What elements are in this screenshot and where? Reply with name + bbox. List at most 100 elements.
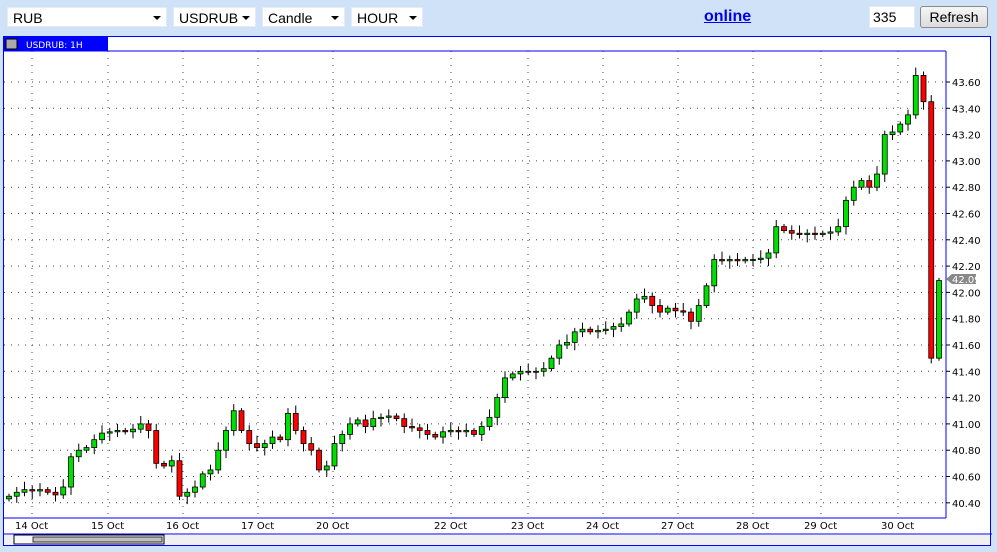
symbol-value: USDRUB [179,10,239,26]
candle-body [618,323,625,327]
candle-body [378,416,384,420]
timeframe-select[interactable]: HOUR [351,7,423,27]
candle-body [680,310,687,313]
candle-body [502,377,508,399]
candle-body [60,486,67,496]
chevron-down-icon [242,16,250,20]
candle-body [91,439,98,448]
candle-body [269,436,276,445]
chart-type-select[interactable]: Candle [262,7,345,27]
candle-body [835,226,842,233]
y-tick-label: 43.60 [952,78,981,89]
candle-body [29,489,36,492]
candlestick-chart[interactable]: USDRUB: 1H 40.40 40.60 40.80 41.00 41.20 41.4… [4,37,992,547]
candle-body [556,344,563,359]
symbol-select[interactable]: USDRUB [173,7,256,27]
candle-body [540,368,547,372]
candle-body [564,341,570,346]
candle-body [936,280,942,359]
candle-body [68,456,74,488]
candle-body [292,412,299,431]
candle-body [571,331,578,343]
x-tick-label: 29 Oct [804,521,837,532]
chart-panel: USDRUB: 1H 40.40 40.60 40.80 41.00 41.20 41.4… [3,36,992,547]
chevron-down-icon [409,16,417,20]
y-tick-label: 41.80 [952,315,981,326]
candle-body [757,257,764,260]
candle-body [874,173,880,188]
candle-body [905,114,911,125]
candle-body [308,443,315,451]
candle-body [44,489,51,493]
y-tick-label: 43.40 [952,104,981,115]
x-tick-label: 14 Oct [15,521,48,532]
x-tick-label: 16 Oct [166,521,199,532]
candle-body [99,432,105,441]
candle-body [37,489,43,492]
candle-body [649,295,656,306]
y-tick-label: 43.20 [952,131,981,142]
candle-body [331,443,338,467]
candle-body [633,298,640,313]
candle-body [385,415,392,418]
candle-body [409,426,415,429]
candle-body [137,423,144,430]
candle-body [742,259,749,262]
y-tick-label: 42.20 [952,262,981,273]
y-tick-label: 41.40 [952,367,981,378]
candle-body [230,410,237,431]
candle-body [145,423,152,431]
y-tick-label: 42.40 [952,236,981,247]
candle-body [579,328,586,333]
candle-body [184,491,191,497]
candle-body [393,415,400,420]
currency-value: RUB [13,10,43,26]
candle-body [548,357,555,370]
x-tick-label: 24 Oct [586,521,619,532]
candle-body [595,330,601,333]
candle-body [6,495,12,500]
candle-body [695,305,702,322]
candle-body [416,427,423,431]
last-price-label: 42.09 [952,275,981,286]
candle-body [765,252,772,259]
candle-body [347,423,353,435]
candle-body [641,295,648,300]
online-status-link[interactable]: online [704,8,751,26]
candle-body [176,460,183,497]
candle-body [21,489,28,493]
y-tick-label: 40.40 [952,499,981,510]
candle-body [912,75,919,116]
candle-body [928,101,935,359]
candle-body [83,447,90,451]
y-tick-label: 43.00 [952,157,981,168]
candle-body [254,443,260,448]
refresh-button[interactable]: Refresh [920,6,988,28]
chart-tab-label: USDRUB: 1H [26,41,83,51]
y-tick-label: 41.60 [952,341,981,352]
x-tick-label: 22 Oct [434,521,467,532]
candle-body [703,285,710,306]
candle-body [447,430,454,433]
bars-count-input[interactable]: 335 [869,6,915,28]
candle-body [711,259,718,287]
candle-body [672,307,679,312]
currency-select[interactable]: RUB [7,7,167,27]
x-tick-label: 23 Oct [511,521,544,532]
candle-body [354,419,361,425]
candle-body [161,462,167,467]
window-icon[interactable] [5,38,18,50]
candle-body [509,373,516,379]
candle-body [106,431,113,434]
candle-body [796,232,803,235]
candle-body [323,465,330,471]
candle-body [339,434,346,445]
candle-body [719,259,725,262]
y-tick-label: 42.80 [952,183,981,194]
candle-body [153,430,160,464]
candle-body [223,430,229,451]
candle-body [238,410,245,431]
candle-body [246,430,253,445]
candle-body [773,226,780,254]
candle-body [192,486,198,493]
